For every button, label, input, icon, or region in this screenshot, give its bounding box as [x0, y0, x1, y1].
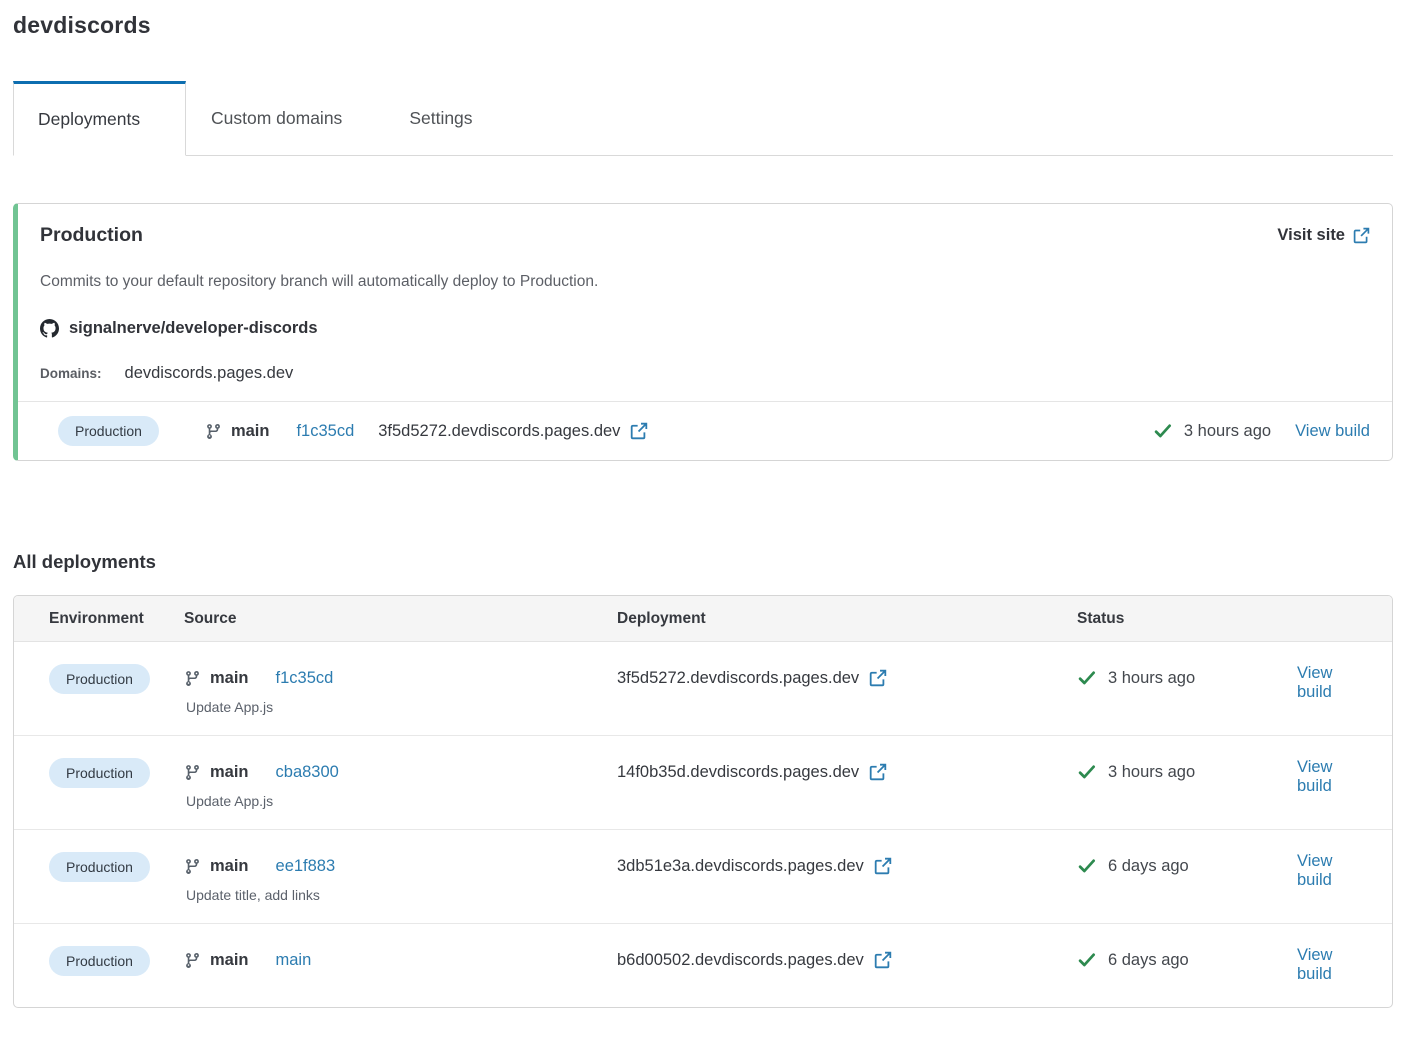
check-icon: [1153, 421, 1173, 441]
status-group: 3 hours ago: [1153, 421, 1271, 441]
deployment-url: b6d00502.devdiscords.pages.dev: [617, 951, 864, 970]
branch-group: main: [205, 422, 270, 441]
table-row: Production main main b6d00502.devdiscord…: [14, 924, 1392, 1007]
check-icon: [1077, 668, 1097, 688]
check-icon: [1077, 762, 1097, 782]
commit-message: Update App.js: [184, 699, 617, 715]
column-header-environment: Environment: [49, 610, 184, 628]
deployment-url: 3f5d5272.devdiscords.pages.dev: [617, 669, 859, 688]
environment-badge: Production: [49, 758, 150, 788]
production-card-title: Production: [40, 224, 143, 247]
repository-line: signalnerve/developer-discords: [40, 319, 1370, 338]
commit-link[interactable]: cba8300: [276, 763, 339, 782]
domains-line: Domains: devdiscords.pages.dev: [40, 364, 1370, 383]
environment-badge: Production: [49, 946, 150, 976]
view-build-link[interactable]: View build: [1297, 758, 1370, 796]
column-header-source: Source: [184, 610, 617, 628]
status-group: 6 days ago: [1077, 946, 1297, 974]
commit-link[interactable]: ee1f883: [276, 857, 336, 876]
tab-bar: Deployments Custom domains Settings: [13, 81, 1393, 156]
branch-name: main: [210, 857, 249, 876]
page: devdiscords Deployments Custom domains S…: [0, 0, 1413, 1008]
production-card-body: Production Visit site Commits to your de…: [18, 204, 1392, 401]
commit-link[interactable]: f1c35cd: [296, 422, 354, 441]
external-link-icon[interactable]: [874, 857, 892, 875]
deployment-url: 3db51e3a.devdiscords.pages.dev: [617, 857, 864, 876]
status-time: 3 hours ago: [1184, 422, 1271, 441]
commit-message: Update App.js: [184, 793, 617, 809]
environment-badge: Production: [49, 852, 150, 882]
git-branch-icon: [184, 670, 201, 687]
check-icon: [1077, 856, 1097, 876]
branch-name: main: [231, 422, 270, 441]
view-build-link[interactable]: View build: [1297, 852, 1370, 890]
status-time: 3 hours ago: [1108, 763, 1195, 782]
production-description: Commits to your default repository branc…: [40, 273, 1370, 291]
status-time: 6 days ago: [1108, 857, 1189, 876]
branch-name: main: [210, 669, 249, 688]
table-row: Production main f1c35cd Update App.js 3f…: [14, 642, 1392, 736]
status-time: 3 hours ago: [1108, 669, 1195, 688]
commit-link[interactable]: f1c35cd: [276, 669, 334, 688]
git-branch-icon: [184, 858, 201, 875]
branch-name: main: [210, 951, 249, 970]
tab-settings[interactable]: Settings: [384, 81, 514, 155]
external-link-icon[interactable]: [630, 422, 648, 440]
status-group: 3 hours ago: [1077, 664, 1297, 692]
tab-deployments[interactable]: Deployments: [13, 81, 186, 156]
deployment-url: 14f0b35d.devdiscords.pages.dev: [617, 763, 859, 782]
commit-link[interactable]: main: [276, 951, 312, 970]
domains-label: Domains:: [40, 366, 102, 381]
external-link-icon: [1353, 227, 1370, 244]
check-icon: [1077, 950, 1097, 970]
branch-name: main: [210, 763, 249, 782]
table-row: Production main ee1f883 Update title, ad…: [14, 830, 1392, 924]
external-link-icon[interactable]: [874, 951, 892, 969]
status-time: 6 days ago: [1108, 951, 1189, 970]
repository-name[interactable]: signalnerve/developer-discords: [69, 319, 318, 338]
page-title: devdiscords: [13, 0, 1393, 39]
visit-site-label: Visit site: [1277, 226, 1345, 245]
domains-value: devdiscords.pages.dev: [125, 364, 294, 383]
column-header-deployment: Deployment: [617, 610, 1077, 628]
table-row: Production main cba8300 Update App.js 14…: [14, 736, 1392, 830]
git-branch-icon: [184, 952, 201, 969]
external-link-icon[interactable]: [869, 763, 887, 781]
view-build-link[interactable]: View build: [1295, 422, 1370, 441]
status-group: 6 days ago: [1077, 852, 1297, 880]
commit-message: Update title, add links: [184, 887, 617, 903]
production-deployment-row: Production main f1c35cd 3f5d5272.devdisc…: [18, 401, 1392, 460]
deployment-url: 3f5d5272.devdiscords.pages.dev: [378, 422, 620, 441]
view-build-link[interactable]: View build: [1297, 946, 1370, 984]
git-branch-icon: [184, 764, 201, 781]
github-icon: [40, 319, 59, 338]
table-header: Environment Source Deployment Status: [14, 596, 1392, 642]
column-header-status: Status: [1077, 610, 1297, 628]
visit-site-link[interactable]: Visit site: [1277, 226, 1370, 245]
all-deployments-heading: All deployments: [13, 551, 1393, 573]
environment-badge: Production: [58, 416, 159, 446]
external-link-icon[interactable]: [869, 669, 887, 687]
view-build-link[interactable]: View build: [1297, 664, 1370, 702]
deployments-table: Environment Source Deployment Status Pro…: [13, 595, 1393, 1008]
environment-badge: Production: [49, 664, 150, 694]
tab-custom-domains[interactable]: Custom domains: [186, 81, 384, 155]
git-branch-icon: [205, 423, 222, 440]
status-group: 3 hours ago: [1077, 758, 1297, 786]
production-card: Production Visit site Commits to your de…: [13, 203, 1393, 461]
